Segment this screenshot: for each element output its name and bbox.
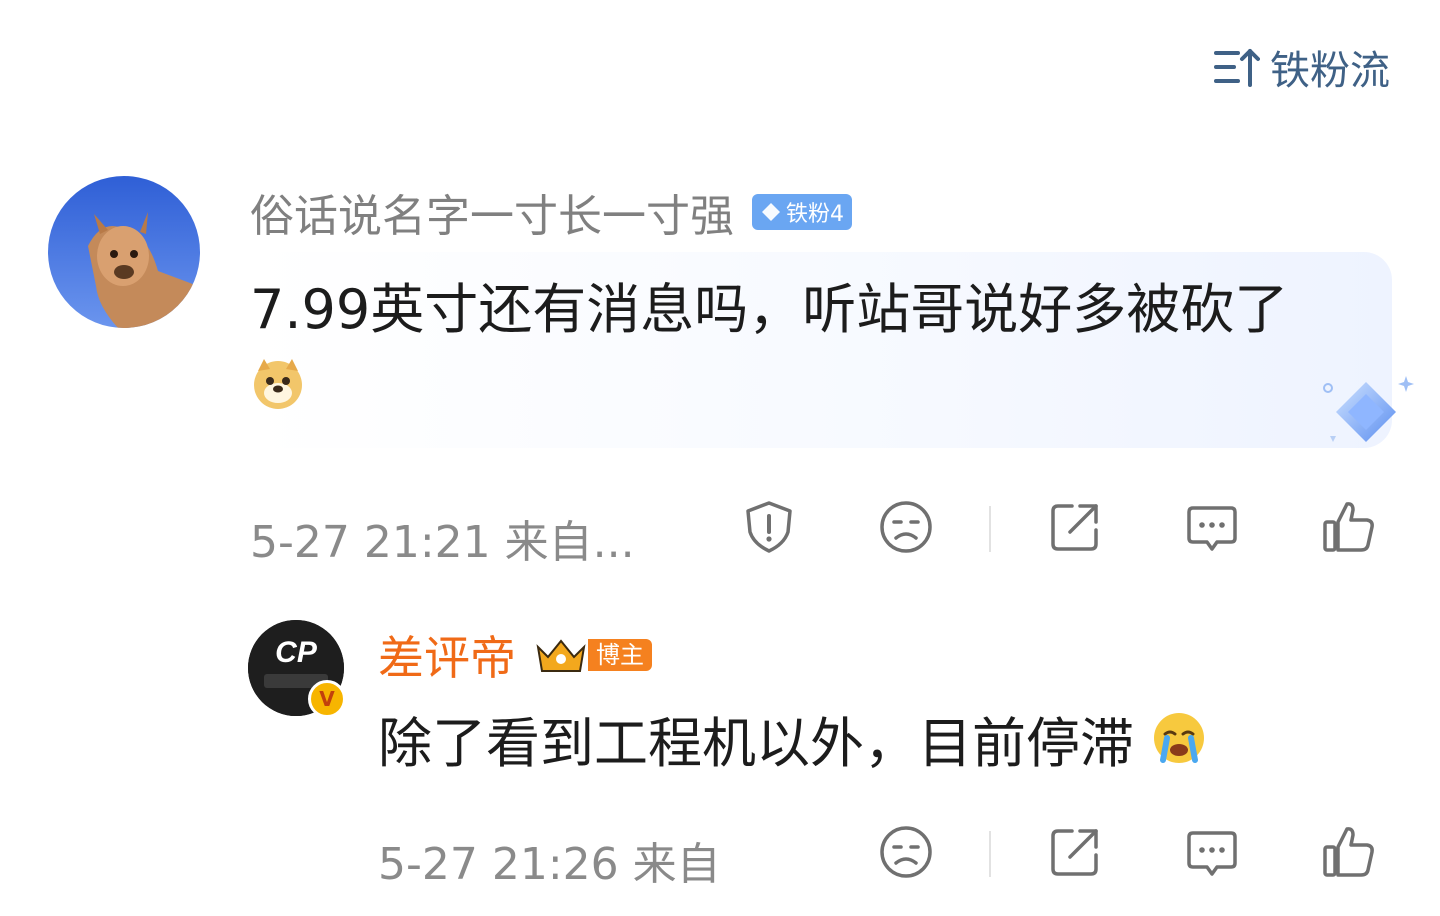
share-icon (1051, 504, 1098, 551)
doge-emoji (250, 353, 306, 433)
comment-time: 5-27 21:21 (250, 517, 491, 568)
reply-time: 5-27 21:26 (378, 839, 619, 890)
sort-toggle[interactable]: 铁粉流 (1212, 38, 1390, 96)
reply-username[interactable]: 差评帝 (378, 622, 516, 688)
fan-diamond-decoration (1323, 376, 1414, 442)
reply-username-row: 差评帝 博主 (378, 622, 652, 688)
like-icon (1323, 827, 1374, 877)
fan-badge: 铁粉4 (752, 194, 852, 230)
comment-username-row: 俗话说名字一寸长一寸强 铁粉4 (250, 180, 852, 244)
crown-icon (536, 639, 586, 672)
reply-dislike-button[interactable] (875, 821, 937, 883)
comment-source: 来自... (504, 517, 635, 568)
reply-meta: 5-27 21:26 来自 (378, 828, 721, 892)
share-button[interactable] (1044, 496, 1106, 558)
reply-reply-button[interactable] (1181, 821, 1243, 883)
fan-badge-label: 铁粉4 (786, 202, 844, 227)
avatar[interactable] (48, 176, 200, 328)
share-icon (1051, 829, 1098, 876)
reply-button[interactable] (1181, 496, 1243, 558)
sort-icon (1214, 49, 1260, 87)
reply-icon (1187, 506, 1237, 551)
action-divider (989, 831, 991, 877)
reply-like-button[interactable] (1318, 821, 1380, 883)
comment-content: 7.99英寸还有消息吗，听站哥说好多被砍了 (250, 270, 1350, 433)
like-icon (1323, 502, 1374, 552)
blogger-badge: 博主 (534, 635, 652, 675)
dislike-icon (880, 826, 932, 878)
comment-text: 7.99英寸还有消息吗，听站哥说好多被砍了 (250, 278, 1289, 341)
dislike-icon (880, 501, 932, 553)
crying-emoji (1151, 710, 1207, 784)
dislike-button[interactable] (875, 496, 937, 558)
reply-source: 来自 (632, 839, 721, 890)
action-divider (989, 506, 991, 552)
reply-icon (1187, 831, 1237, 876)
comment-username[interactable]: 俗话说名字一寸长一寸强 (250, 180, 734, 244)
report-button[interactable] (738, 496, 800, 558)
verified-badge-icon: V (308, 680, 346, 718)
diamond-icon (762, 203, 780, 221)
svg-text:CP: CP (275, 636, 318, 669)
comment-meta: 5-27 21:21 来自... (250, 506, 635, 570)
reply-content: 除了看到工程机以外，目前停滞 (378, 708, 1207, 784)
like-button[interactable] (1318, 496, 1380, 558)
reply-text: 除了看到工程机以外，目前停滞 (378, 712, 1134, 775)
blogger-badge-label: 博主 (588, 639, 652, 671)
sort-label: 铁粉流 (1270, 48, 1390, 94)
reply-share-button[interactable] (1044, 821, 1106, 883)
report-icon (746, 501, 792, 553)
